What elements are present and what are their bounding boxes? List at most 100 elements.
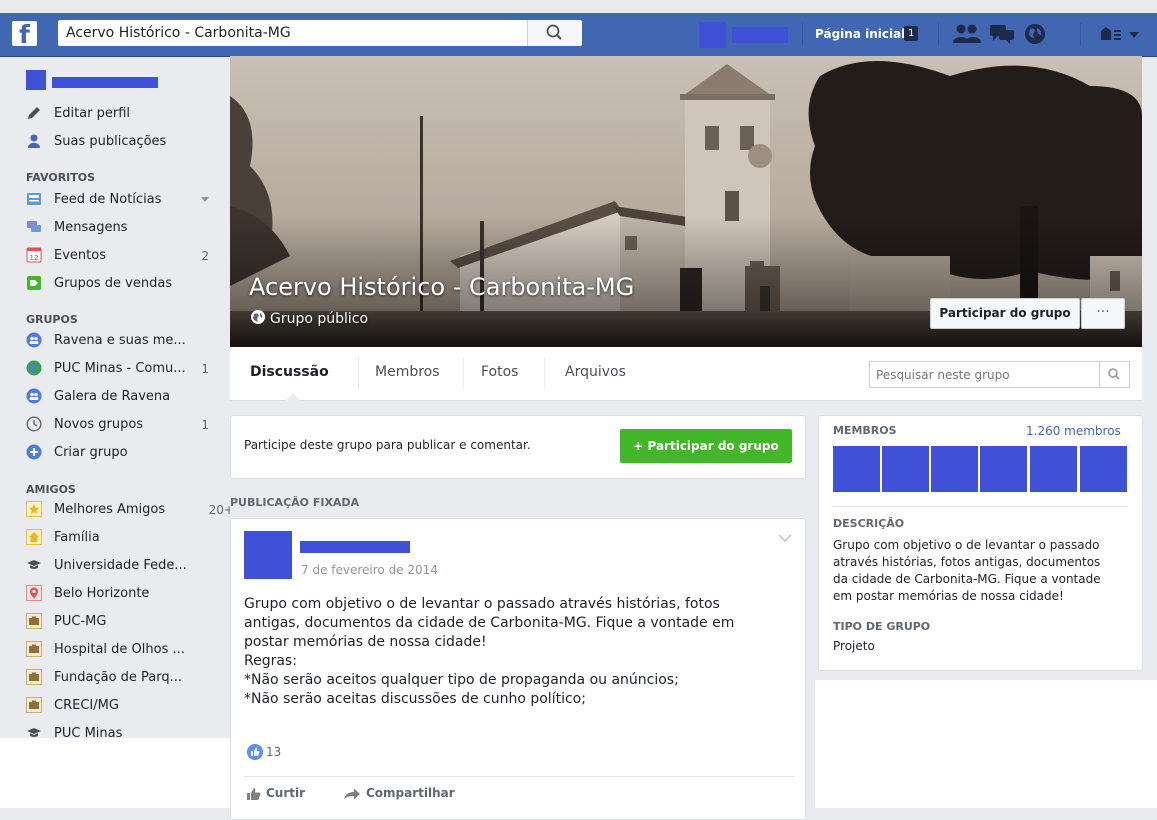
member-thumbnail[interactable] <box>882 446 929 492</box>
post-body: Grupo com objetivo o de levantar o passa… <box>244 595 789 709</box>
group-icon <box>26 332 42 348</box>
sidebar-item-friend-list[interactable]: PUC Minas <box>26 723 221 738</box>
sidebar-item-create-group[interactable]: Criar grupo <box>26 442 221 464</box>
top-navigation-bar: f Página inicial 1 <box>0 13 1157 57</box>
join-group-button[interactable]: + Participar do grupo <box>620 429 792 463</box>
post-text-line: *Não serão aceitas discussões de cunho p… <box>244 691 586 707</box>
profile-name[interactable] <box>52 77 158 88</box>
divider <box>544 357 545 389</box>
home-link[interactable]: Página inicial <box>815 24 905 44</box>
sidebar-item-friend-list[interactable]: Hospital de Olhos ... <box>26 639 221 661</box>
group-privacy-label: Grupo público <box>270 311 369 327</box>
messages-icon[interactable] <box>988 21 1016 47</box>
settings-menu-icon[interactable] <box>1097 21 1143 47</box>
profile-name-link[interactable] <box>732 27 788 43</box>
blank-area <box>0 738 230 808</box>
person-icon <box>28 134 40 148</box>
group-search-button[interactable] <box>1099 362 1129 387</box>
like-reaction-icon[interactable] <box>247 744 263 760</box>
chevron-down-icon[interactable] <box>778 534 792 543</box>
member-thumbnail[interactable] <box>1080 446 1127 492</box>
search-input[interactable] <box>58 20 544 46</box>
like-button[interactable]: Curtir <box>266 786 305 800</box>
member-thumbnail[interactable] <box>1030 446 1077 492</box>
work-icon <box>26 697 42 713</box>
members-count-link[interactable]: 1.260 membros <box>1026 424 1121 438</box>
sidebar-item-label: Hospital de Olhos ... <box>54 642 185 657</box>
group-icon <box>26 388 42 404</box>
sidebar-item-friend-list[interactable]: CRECI/MG <box>26 695 221 717</box>
sidebar-item-count: 2 <box>201 249 209 263</box>
more-options-button[interactable]: ··· <box>1081 298 1125 329</box>
tab-discussion[interactable]: Discussão <box>250 364 329 380</box>
sidebar-item-friend-list[interactable]: Fundação de Parq... <box>26 667 221 689</box>
your-posts-link[interactable]: Suas publicações <box>26 131 221 153</box>
search-icon <box>1108 368 1120 380</box>
group-title[interactable]: Acervo Histórico - Carbonita-MG <box>249 273 634 301</box>
sidebar-item-group[interactable]: PUC Minas - Comu... 1 <box>26 358 221 380</box>
member-thumbnail[interactable] <box>833 446 880 492</box>
search-icon <box>546 24 562 40</box>
edit-profile-link[interactable]: Editar perfil <box>26 103 221 125</box>
profile-avatar[interactable] <box>699 22 726 48</box>
sidebar-item-friend-list[interactable]: PUC-MG <box>26 611 221 633</box>
group-search-box[interactable] <box>869 361 1130 388</box>
description-line: Grupo com objetivo o de levantar o passa… <box>833 538 1100 552</box>
tab-files[interactable]: Arquivos <box>565 364 626 380</box>
sidebar-item-label: Criar grupo <box>54 445 128 460</box>
share-button[interactable]: Compartilhar <box>366 786 455 800</box>
divider <box>938 23 939 45</box>
messages-icon <box>27 221 41 232</box>
like-count[interactable]: 13 <box>266 745 281 759</box>
members-heading[interactable]: MEMBROS <box>833 424 897 437</box>
join-prompt-text: Participe deste grupo para publicar e co… <box>244 438 531 452</box>
group-search-input[interactable] <box>870 362 1102 387</box>
clock-icon <box>26 416 42 432</box>
post-timestamp[interactable]: 7 de fevereiro de 2014 <box>301 563 438 577</box>
join-group-button[interactable]: Participar do grupo <box>930 298 1080 329</box>
sidebar-item-friend-list[interactable]: Família <box>26 527 221 549</box>
group-type-value: Projeto <box>833 639 875 653</box>
search-box[interactable] <box>58 20 582 46</box>
sidebar-item-friend-list[interactable]: Melhores Amigos 20+ <box>26 499 230 521</box>
notifications-globe-icon[interactable] <box>1022 21 1048 47</box>
facebook-logo-icon[interactable]: f <box>12 21 37 49</box>
tab-photos[interactable]: Fotos <box>481 364 518 380</box>
profile-avatar[interactable] <box>26 70 46 90</box>
sidebar-item-news-feed[interactable]: Feed de Notícias <box>26 189 221 211</box>
share-icon <box>344 788 360 800</box>
favorites-heading: FAVORITOS <box>26 171 96 184</box>
sidebar-item-label: Grupos de vendas <box>54 276 173 291</box>
post-text-line: postar memórias de nossa cidade! <box>244 634 487 650</box>
sidebar-item-label: Melhores Amigos <box>54 502 166 517</box>
left-sidebar: Editar perfil Suas publicações FAVORITOS… <box>0 56 230 738</box>
sidebar-item-label: Fundação de Parq... <box>54 670 183 685</box>
member-thumbnail[interactable] <box>980 446 1027 492</box>
chevron-down-icon[interactable] <box>201 197 209 202</box>
graduation-cap-icon <box>27 728 41 737</box>
divider <box>802 23 803 45</box>
work-icon <box>26 613 42 629</box>
divider <box>244 776 794 777</box>
friends-heading: AMIGOS <box>26 483 76 496</box>
sidebar-item-label: Família <box>54 530 100 545</box>
post-author-name[interactable] <box>300 541 410 553</box>
sidebar-item-sale-groups[interactable]: Grupos de vendas <box>26 273 221 295</box>
sidebar-item-new-groups[interactable]: Novos grupos 1 <box>26 414 221 436</box>
home-notification-badge: 1 <box>904 26 919 41</box>
sidebar-item-messages[interactable]: Mensagens <box>26 217 221 239</box>
pencil-icon <box>28 107 40 119</box>
sidebar-item-events[interactable]: 12 Eventos 2 <box>26 245 221 267</box>
search-button[interactable] <box>527 20 582 46</box>
description-line: da cidade de Carbonita-MG. Fique a vonta… <box>833 572 1101 586</box>
pinned-post-heading: PUBLICAÇÃO FIXADA <box>230 496 360 509</box>
sidebar-item-friend-list[interactable]: Belo Horizonte <box>26 583 221 605</box>
post-author-avatar[interactable] <box>244 531 292 579</box>
sidebar-item-friend-list[interactable]: Universidade Fede... <box>26 555 221 577</box>
tab-members[interactable]: Membros <box>375 364 440 380</box>
friend-requests-icon[interactable] <box>952 21 982 47</box>
groups-heading: GRUPOS <box>26 313 78 326</box>
sidebar-item-group[interactable]: Ravena e suas me... <box>26 330 221 352</box>
sidebar-item-group[interactable]: Galera de Ravena <box>26 386 221 408</box>
member-thumbnail[interactable] <box>931 446 978 492</box>
